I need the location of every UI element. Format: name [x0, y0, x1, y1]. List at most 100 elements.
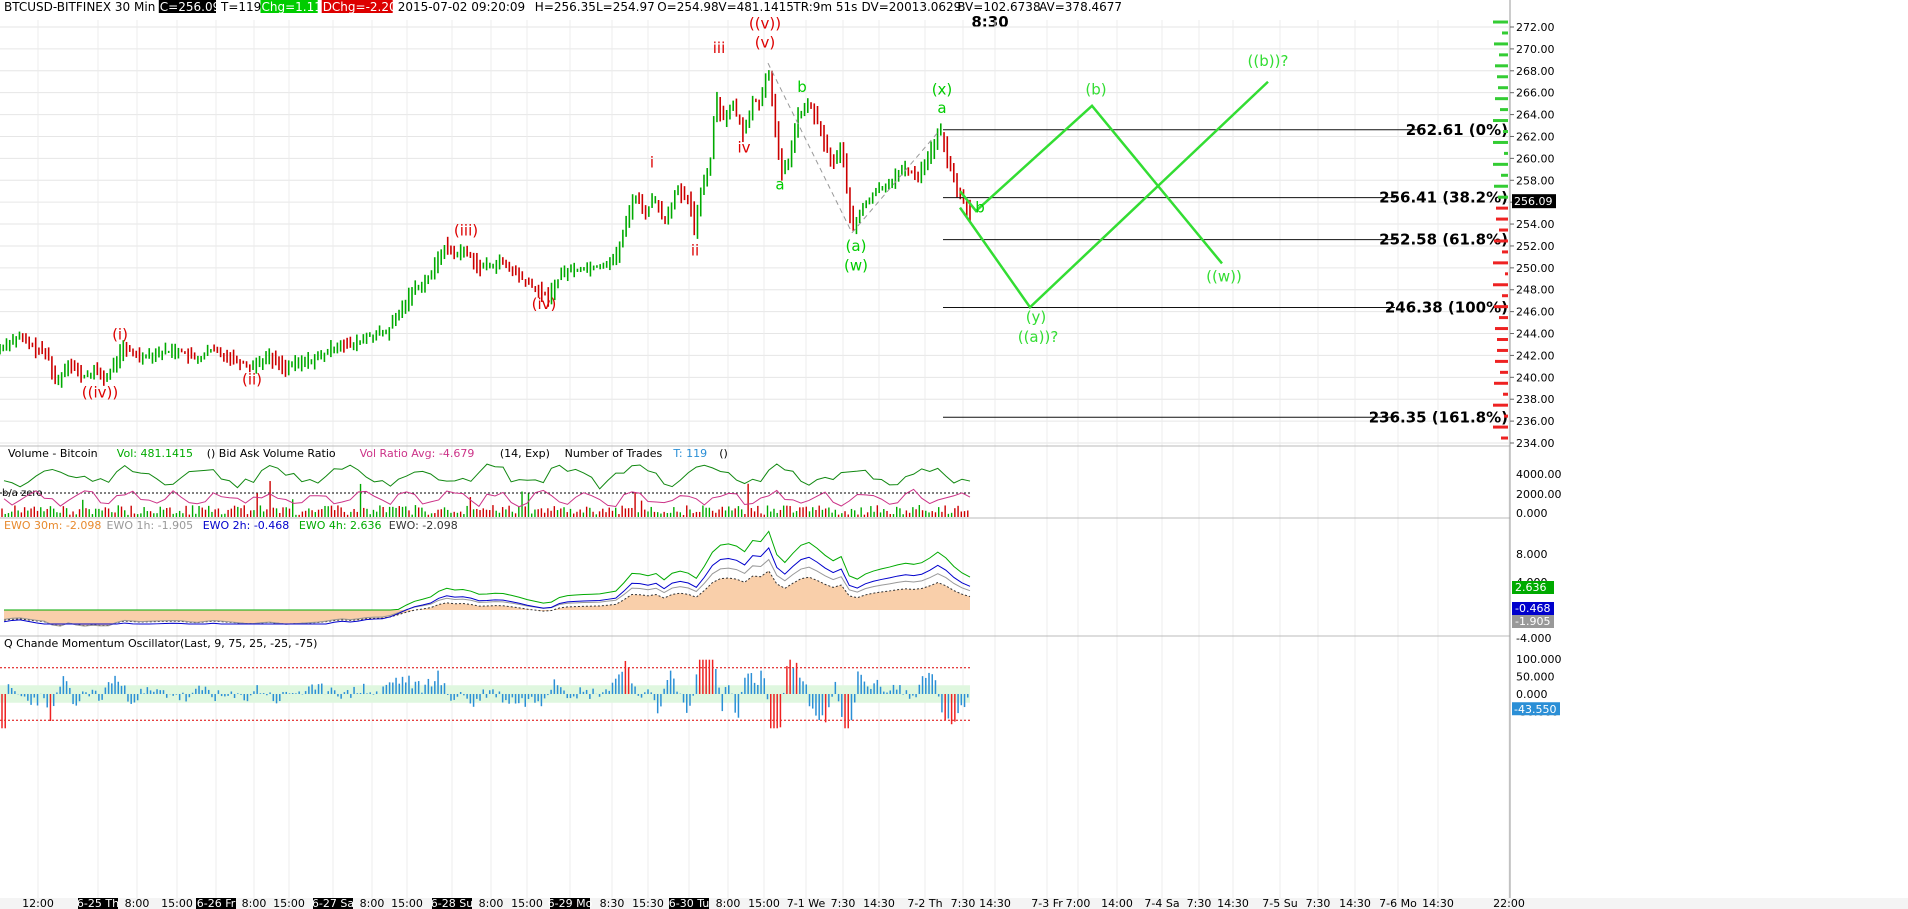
wave-label: ((a))? — [1018, 328, 1059, 346]
volume-legend: () — [719, 447, 728, 460]
time-tick: 7-2 Th — [907, 897, 942, 909]
axis-tick-label: 270.00 — [1516, 43, 1555, 56]
axis-tick-label: 242.00 — [1516, 349, 1555, 362]
wave-label: (v) — [755, 33, 776, 51]
header-field: DV=20013.0629 — [862, 0, 962, 14]
time-tick: 22:00 — [1493, 897, 1525, 909]
time-tick: 7-3 Fr — [1031, 897, 1063, 909]
header-field: TR:9m 51s — [792, 0, 857, 14]
profile-bar — [1500, 370, 1508, 374]
time-tick: 15:00 — [511, 897, 543, 909]
profile-bar — [1501, 173, 1508, 177]
axis-tick-label: 260.00 — [1516, 152, 1555, 165]
wave-label: (x) — [932, 80, 953, 98]
profile-bar — [1494, 184, 1508, 188]
profile-bar — [1495, 97, 1508, 101]
profile-bar — [1501, 436, 1508, 440]
profile-bar — [1502, 294, 1508, 298]
profile-bar — [1496, 217, 1508, 221]
ewo-tick: -4.000 — [1516, 632, 1551, 645]
fib-label: 256.41 (38.2%) — [1379, 189, 1508, 207]
axis-tick-label: 236.00 — [1516, 415, 1555, 428]
time-tick: 8:30 — [600, 897, 625, 909]
profile-bar — [1494, 381, 1508, 385]
axis-tick-label: 254.00 — [1516, 218, 1555, 231]
ewo-badge-label: 2.636 — [1515, 581, 1547, 594]
wave-label: (i) — [112, 326, 128, 344]
wave-label: a — [775, 176, 784, 194]
axis-tick-label: 240.00 — [1516, 371, 1555, 384]
time-tick: 15:00 — [161, 897, 193, 909]
profile-bar — [1503, 130, 1508, 133]
profile-bar — [1494, 305, 1508, 309]
header-field: DChg=-2.20 — [323, 0, 397, 14]
axis-tick-label: 246.00 — [1516, 306, 1555, 319]
volume-legend: Vol: 481.1415 — [117, 447, 193, 460]
header-field: BV=102.6738 — [957, 0, 1040, 14]
header-field: O=254.98 — [657, 0, 719, 14]
profile-bar — [1493, 119, 1508, 123]
profile-bar — [1495, 359, 1508, 363]
header-field: T=119 — [220, 0, 261, 14]
cmo-panel: Q Chande Momentum Oscillator (Last, 9, 75… — [0, 637, 1562, 729]
cmo-params: (Last, 9, 75, 25, -25, -75) — [180, 637, 317, 650]
axis-tick-label: 234.00 — [1516, 437, 1555, 450]
time-tick: 7:00 — [1066, 897, 1091, 909]
volume-legend: Number of Trades — [565, 447, 663, 460]
profile-bar — [1502, 31, 1508, 35]
volume-legend: Volume - Bitcoin — [8, 447, 98, 460]
cmo-neutral-band — [0, 685, 970, 703]
axis-tick-label: 262.00 — [1516, 130, 1555, 143]
header-field: Chg=1.11 — [262, 0, 322, 14]
profile-bar — [1497, 75, 1508, 79]
time-tick: 14:30 — [1422, 897, 1454, 909]
ewo-legend: EWO 4h: 2.636 — [299, 519, 382, 532]
profile-bar — [1493, 162, 1508, 166]
profile-bar — [1495, 64, 1508, 68]
time-tick: 7:30 — [1187, 897, 1212, 909]
header-bar: BTCUSD-BITFINEX 30 Min C=256.09 T=119 Chg=1… — [4, 0, 1122, 31]
profile-bar — [1498, 195, 1508, 199]
trades-line — [3, 463, 971, 490]
profile-bar — [1499, 228, 1508, 232]
time-tick: 8:00 — [360, 897, 385, 909]
profile-bar — [1499, 53, 1508, 57]
clock-label: 8:30 — [971, 13, 1008, 31]
time-tick: 7-4 Sa — [1144, 897, 1179, 909]
wave-label: (y) — [1026, 308, 1047, 326]
cmo-current-label: -43.550 — [1514, 703, 1556, 716]
wave-label: (iv) — [532, 295, 557, 313]
time-tick: 15:00 — [391, 897, 423, 909]
price-chart[interactable]: BTCUSD-BITFINEX 30 Min C=256.09 T=119 Chg=1… — [0, 0, 1908, 909]
wave-label: ii — [691, 241, 699, 259]
ewo-badge-label: -0.468 — [1515, 602, 1550, 615]
volume-tick: 4000.00 — [1516, 468, 1562, 481]
wave-label: (w) — [844, 257, 868, 275]
profile-bar — [1496, 206, 1508, 210]
wave-labels: ((iv))(i)(ii)(iii)(iv)iiiiiiiv((v))(v)ba… — [82, 15, 1289, 402]
profile-bar — [1493, 20, 1508, 24]
header-field: C=256.09 — [160, 0, 220, 14]
wave-label: ((w)) — [1206, 268, 1242, 286]
profile-bar — [1493, 140, 1508, 144]
wave-label: b — [797, 78, 807, 96]
axis-tick-label: 266.00 — [1516, 87, 1555, 100]
dashed-wave — [851, 129, 941, 234]
time-tick: 8:00 — [242, 897, 267, 909]
time-tick: 12:00 — [22, 897, 54, 909]
fib-label: 252.58 (61.8%) — [1379, 231, 1508, 249]
axis-tick-label: 244.00 — [1516, 328, 1555, 341]
ohlc-bars — [0, 70, 971, 388]
ewo-legend: EWO 30m: -2.098 — [4, 519, 101, 532]
wave-label: ((v)) — [749, 15, 781, 33]
ewo-legend: EWO 2h: -0.468 — [203, 519, 290, 532]
time-tick: 7-1 We — [787, 897, 826, 909]
profile-bar — [1497, 348, 1508, 352]
fib-label: 262.61 (0%) — [1406, 121, 1508, 139]
ewo-legend: EWO: -2.098 — [389, 519, 458, 532]
time-tick: 8:00 — [716, 897, 741, 909]
symbol-label: BTCUSD-BITFINEX 30 Min — [4, 0, 155, 14]
wave-label: (ii) — [242, 371, 262, 389]
volume-legend: T: 119 — [672, 447, 707, 460]
profile-bar — [1499, 316, 1508, 320]
